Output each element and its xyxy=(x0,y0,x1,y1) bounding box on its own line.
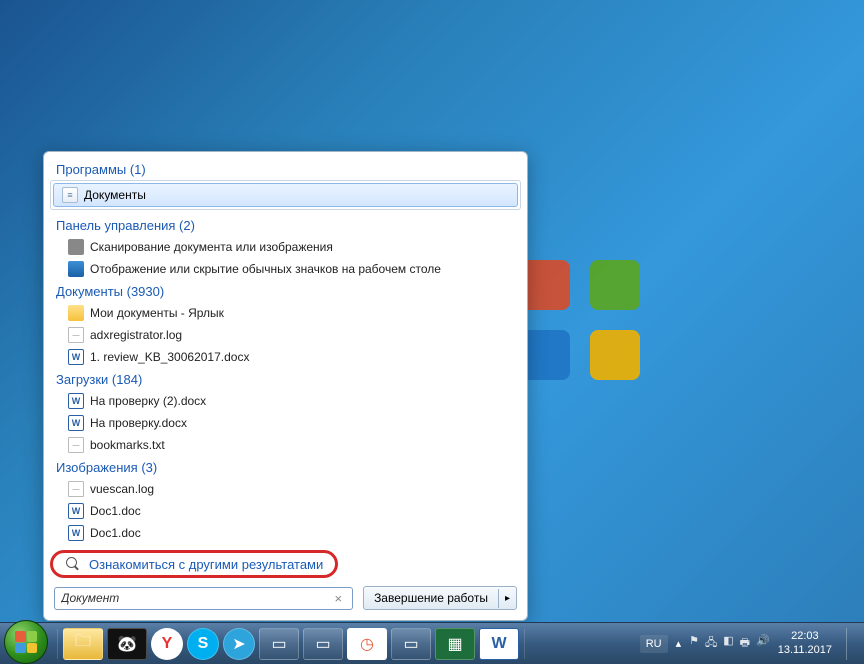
word-file-icon xyxy=(68,503,84,519)
result-item-my-documents-shortcut[interactable]: Мои документы - Ярлык xyxy=(50,302,521,324)
result-label: На проверку (2).docx xyxy=(90,394,206,408)
text-file-icon xyxy=(68,481,84,497)
document-icon xyxy=(62,187,78,203)
taskbar-separator xyxy=(57,629,58,659)
display-icon xyxy=(68,261,84,277)
result-item-desktop-icons[interactable]: Отображение или скрытие обычных значков … xyxy=(50,258,521,280)
word-file-icon xyxy=(68,415,84,431)
category-documents: Документы (3930) xyxy=(50,280,521,302)
result-item-review-kb-docx[interactable]: 1. review_KB_30062017.docx xyxy=(50,346,521,368)
result-item-bookmarks-txt[interactable]: bookmarks.txt xyxy=(50,434,521,456)
result-label: adxregistrator.log xyxy=(90,328,182,342)
result-label: Отображение или скрытие обычных значков … xyxy=(90,262,441,276)
category-images: Изображения (3) xyxy=(50,456,521,478)
result-label: На проверку.docx xyxy=(90,416,187,430)
result-label: bookmarks.txt xyxy=(90,438,165,452)
result-label: Doc1.doc xyxy=(90,504,141,518)
result-label: Документы xyxy=(84,188,146,202)
search-box[interactable]: × xyxy=(54,587,353,610)
search-input[interactable] xyxy=(61,591,330,605)
category-control-panel: Панель управления (2) xyxy=(50,214,521,236)
result-label: 1. review_KB_30062017.docx xyxy=(90,350,249,364)
result-item-na-proverku[interactable]: На проверку.docx xyxy=(50,412,521,434)
tray-icon-volume[interactable]: 🔊 xyxy=(756,634,770,653)
system-tray: RU ▴ ⚑ 🖧 ◧ 🖶 🔊 22:03 13.11.2017 xyxy=(640,628,864,660)
taskbar-app-telegram[interactable]: ➤ xyxy=(223,628,255,660)
text-file-icon xyxy=(68,437,84,453)
taskbar-separator xyxy=(524,629,525,659)
tray-icon-device[interactable]: 🖶 xyxy=(740,634,750,653)
shutdown-more-arrow[interactable]: ▸ xyxy=(498,589,516,608)
language-indicator[interactable]: RU xyxy=(640,635,668,653)
tray-icons: ⚑ 🖧 ◧ 🖶 🔊 xyxy=(689,634,770,653)
result-item-vuescan-log[interactable]: vuescan.log xyxy=(50,478,521,500)
taskbar-app-word-tb[interactable]: W xyxy=(479,628,519,660)
result-item-na-proverku-2[interactable]: На проверку (2).docx xyxy=(50,390,521,412)
taskbar: 🗀🐼YS➤▭▭◷▭▦W RU ▴ ⚑ 🖧 ◧ 🖶 🔊 22:03 13.11.2… xyxy=(0,622,864,664)
word-file-icon xyxy=(68,349,84,365)
more-results-label: Ознакомиться с другими результатами xyxy=(89,557,323,572)
result-item-adxregistrator-log[interactable]: adxregistrator.log xyxy=(50,324,521,346)
clear-search-button[interactable]: × xyxy=(330,591,346,606)
windows-logo-wallpaper xyxy=(520,260,640,380)
taskbar-app-monitor[interactable]: ▦ xyxy=(435,628,475,660)
taskbar-app-yandex[interactable]: Y xyxy=(151,628,183,660)
scanner-icon xyxy=(68,239,84,255)
result-item-documents[interactable]: Документы xyxy=(53,183,518,207)
clock-date: 13.11.2017 xyxy=(778,644,832,657)
taskbar-app-generic1[interactable]: ▭ xyxy=(259,628,299,660)
start-menu-search-results: Программы (1) Документы Панель управлени… xyxy=(43,151,528,621)
show-desktop-button[interactable] xyxy=(846,628,858,660)
search-icon xyxy=(65,556,81,572)
result-label: Мои документы - Ярлык xyxy=(90,306,224,320)
text-file-icon xyxy=(68,327,84,343)
taskbar-app-panda[interactable]: 🐼 xyxy=(107,628,147,660)
tray-icon-network[interactable]: 🖧 xyxy=(705,634,717,653)
result-label: Doc1.doc xyxy=(90,526,141,540)
folder-icon xyxy=(68,305,84,321)
start-menu-bottom-row: × Завершение работы ▸ xyxy=(50,586,521,610)
taskbar-items: 🗀🐼YS➤▭▭◷▭▦W xyxy=(61,628,521,660)
result-item-doc1-a[interactable]: Doc1.doc xyxy=(50,500,521,522)
tray-icon-app[interactable]: ◧ xyxy=(723,634,733,653)
taskbar-app-generic2[interactable]: ▭ xyxy=(303,628,343,660)
desktop: Программы (1) Документы Панель управлени… xyxy=(0,0,864,664)
taskbar-app-clock[interactable]: ◷ xyxy=(347,628,387,660)
result-item-doc1-b[interactable]: Doc1.doc xyxy=(50,522,521,544)
category-downloads: Загрузки (184) xyxy=(50,368,521,390)
result-label: vuescan.log xyxy=(90,482,154,496)
taskbar-app-explorer[interactable]: 🗀 xyxy=(63,628,103,660)
programs-group: Документы xyxy=(50,180,521,210)
word-file-icon xyxy=(68,525,84,541)
start-button[interactable] xyxy=(4,620,48,664)
clock[interactable]: 22:03 13.11.2017 xyxy=(778,630,832,656)
shutdown-label[interactable]: Завершение работы xyxy=(364,587,498,609)
tray-icon-action-center[interactable]: ⚑ xyxy=(689,634,699,653)
result-label: Сканирование документа или изображения xyxy=(90,240,333,254)
result-item-scan-document[interactable]: Сканирование документа или изображения xyxy=(50,236,521,258)
taskbar-app-generic3[interactable]: ▭ xyxy=(391,628,431,660)
see-more-results[interactable]: Ознакомиться с другими результатами xyxy=(50,550,338,578)
category-programs: Программы (1) xyxy=(50,158,521,180)
taskbar-app-skype[interactable]: S xyxy=(187,628,219,660)
shutdown-button[interactable]: Завершение работы ▸ xyxy=(363,586,517,610)
word-file-icon xyxy=(68,393,84,409)
windows-flag-icon xyxy=(15,631,37,653)
tray-show-hidden-icon[interactable]: ▴ xyxy=(676,637,682,650)
clock-time: 22:03 xyxy=(778,630,832,643)
